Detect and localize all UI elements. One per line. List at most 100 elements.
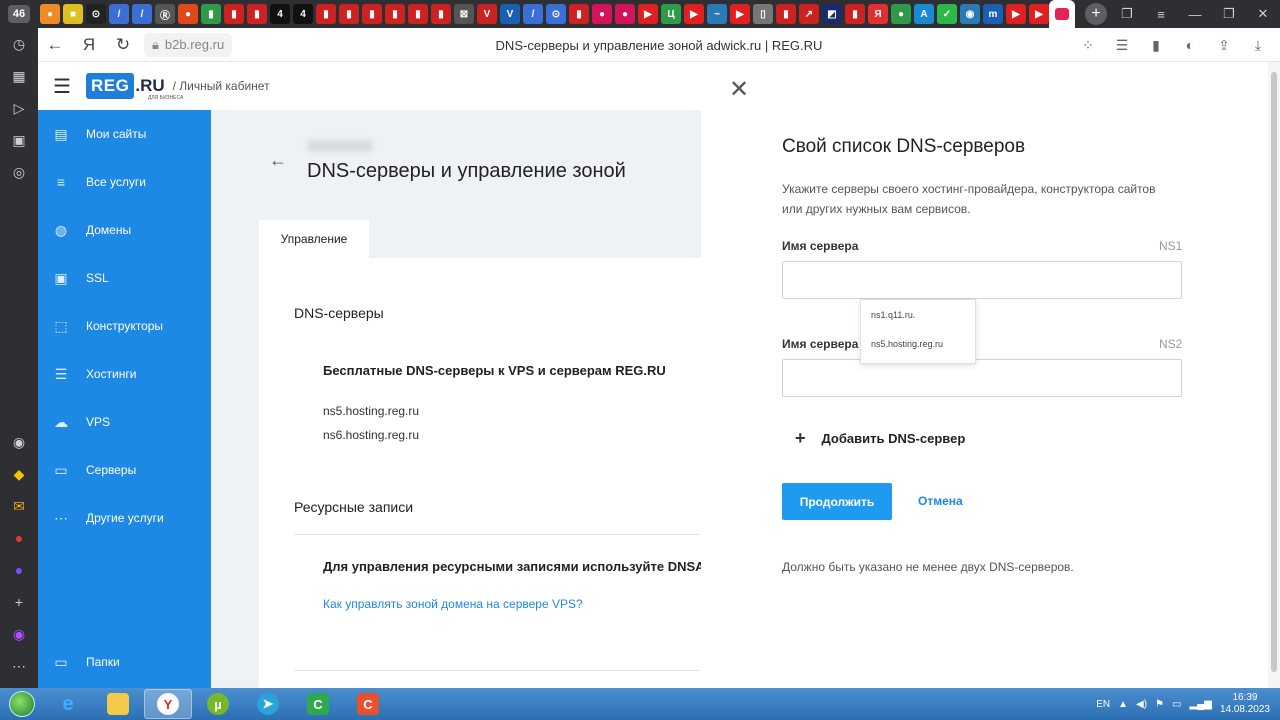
screenshot-icon[interactable]: ◎ bbox=[0, 156, 38, 188]
tab-favicon[interactable]: ▮ bbox=[776, 4, 796, 24]
add-panel-icon[interactable]: + bbox=[0, 586, 38, 618]
tab-favicon[interactable]: ⊙ bbox=[546, 4, 566, 24]
alice-icon[interactable]: ◉ bbox=[0, 618, 38, 650]
tab-favicon[interactable]: Ц bbox=[661, 4, 681, 24]
add-dns-server-button[interactable]: + Добавить DNS-сервер bbox=[795, 428, 965, 449]
tab-favicon[interactable]: ✓ bbox=[937, 4, 957, 24]
tab-favicon[interactable]: / bbox=[523, 4, 543, 24]
taskbar-ie[interactable]: e bbox=[44, 689, 92, 719]
tab-favicon[interactable]: ▶ bbox=[1006, 4, 1026, 24]
cancel-button[interactable]: Отмена bbox=[918, 494, 963, 508]
maximize-button[interactable]: ❐ bbox=[1212, 0, 1246, 28]
download-icon[interactable]: ⤓ bbox=[1242, 28, 1274, 62]
sidebar-item[interactable]: ▣ SSL bbox=[38, 254, 211, 302]
tab-favicon[interactable]: ▮ bbox=[339, 4, 359, 24]
tab-favicon[interactable]: 4 bbox=[270, 4, 290, 24]
bookmark-icon[interactable]: ▮ bbox=[1140, 28, 1172, 62]
collections-icon[interactable]: ▦ bbox=[0, 60, 38, 92]
sidebar-item[interactable]: ☁ VPS bbox=[38, 398, 211, 446]
tab-favicon[interactable]: ● bbox=[178, 4, 198, 24]
more-icon[interactable]: ⋯ bbox=[0, 650, 38, 682]
tab-favicon[interactable]: ▮ bbox=[431, 4, 451, 24]
tab-favicon[interactable]: ▮ bbox=[408, 4, 428, 24]
tab-favicon[interactable]: ▮ bbox=[362, 4, 382, 24]
minimize-button[interactable]: — bbox=[1178, 0, 1212, 28]
tab-favicon[interactable]: V bbox=[477, 4, 497, 24]
extensions-icon[interactable]: ⁘ bbox=[1072, 28, 1104, 62]
tab-favicon[interactable]: ▮ bbox=[247, 4, 267, 24]
start-button[interactable] bbox=[0, 688, 44, 720]
tab-favicon[interactable]: Ⓡ bbox=[155, 4, 175, 24]
back-icon[interactable]: ← bbox=[38, 28, 72, 62]
play-icon[interactable]: ▷ bbox=[0, 92, 38, 124]
tab-favicon[interactable]: ▮ bbox=[385, 4, 405, 24]
close-window-button[interactable]: ✕ bbox=[1246, 0, 1280, 28]
sidebar-item[interactable]: ≡ Все услуги bbox=[38, 158, 211, 206]
tab-favicon[interactable]: ● bbox=[40, 4, 60, 24]
tab-favicon[interactable]: / bbox=[132, 4, 152, 24]
protect-icon[interactable]: ◐ bbox=[1174, 28, 1206, 62]
share-icon[interactable]: ⇪ bbox=[1208, 28, 1240, 62]
tab-favicon[interactable]: ▶ bbox=[638, 4, 658, 24]
taskbar-camtasia-red[interactable]: C bbox=[344, 689, 392, 719]
breadcrumb[interactable]: / Личный кабинет bbox=[173, 79, 270, 93]
close-icon[interactable]: ✕ bbox=[729, 78, 749, 102]
volume-icon[interactable]: ◀) bbox=[1136, 699, 1147, 710]
clock[interactable]: 16:39 14.08.2023 bbox=[1220, 692, 1270, 716]
tray-arrow-icon[interactable]: ▲ bbox=[1118, 699, 1128, 710]
sidebar-item[interactable]: ▭ Серверы bbox=[38, 446, 211, 494]
tab-favicon[interactable]: ▯ bbox=[753, 4, 773, 24]
tab-favicon[interactable]: ↗ bbox=[799, 4, 819, 24]
records-help-link[interactable]: Как управлять зоной домена на сервере VP… bbox=[323, 597, 583, 611]
tab-favicon[interactable]: ● bbox=[592, 4, 612, 24]
tab-favicon[interactable]: ▶ bbox=[684, 4, 704, 24]
taskbar-telegram[interactable]: ➤ bbox=[244, 689, 292, 719]
taskbar-camtasia-green[interactable]: C bbox=[294, 689, 342, 719]
sidebar-item[interactable]: ☰ Хостинги bbox=[38, 350, 211, 398]
history-icon[interactable]: ◷ bbox=[0, 28, 38, 60]
sidebar-folders-row[interactable]: ▭ Папки bbox=[38, 638, 211, 686]
tab-favicon[interactable]: A bbox=[914, 4, 934, 24]
tab-favicon[interactable]: ▮ bbox=[316, 4, 336, 24]
tab-favicon[interactable]: V bbox=[500, 4, 520, 24]
tab-favicon[interactable]: / bbox=[109, 4, 129, 24]
tab-favicon[interactable]: ▮ bbox=[569, 4, 589, 24]
mail-icon[interactable]: ✉ bbox=[0, 490, 38, 522]
sidebar-item[interactable]: ⋯ Другие услуги bbox=[38, 494, 211, 542]
page-scrollbar[interactable] bbox=[1268, 62, 1280, 688]
sidebar-item[interactable]: ⬚ Конструкторы bbox=[38, 302, 211, 350]
yandex-icon[interactable]: Я bbox=[72, 28, 106, 62]
tab-favicon[interactable]: m bbox=[983, 4, 1003, 24]
tab-favicon[interactable]: ▮ bbox=[201, 4, 221, 24]
taskbar-explorer[interactable] bbox=[94, 689, 142, 719]
reload-icon[interactable]: ↻ bbox=[106, 28, 140, 62]
counter-icon[interactable]: ▣ bbox=[0, 124, 38, 156]
tab-favicon[interactable]: ● bbox=[891, 4, 911, 24]
suggestion-item[interactable]: ns1.q11.ru. bbox=[861, 300, 975, 329]
sidebar-item[interactable]: ◍ Домены bbox=[38, 206, 211, 254]
tab-favicon[interactable]: ● bbox=[615, 4, 635, 24]
tab-favicon[interactable]: ■ bbox=[63, 4, 83, 24]
sidebar-item[interactable]: ▤ Мои сайты bbox=[38, 110, 211, 158]
flag-icon[interactable]: ⚑ bbox=[1155, 699, 1164, 710]
tab-favicon[interactable]: ⊠ bbox=[454, 4, 474, 24]
tab-favicon[interactable]: ▮ bbox=[224, 4, 244, 24]
server-name-input-1[interactable] bbox=[782, 261, 1182, 299]
menu-icon[interactable]: ≡ bbox=[1144, 0, 1178, 28]
tab-favicon[interactable]: ▮ bbox=[845, 4, 865, 24]
messenger-icon[interactable]: ● bbox=[0, 554, 38, 586]
tab-favicon[interactable]: ⊙ bbox=[86, 4, 106, 24]
continue-button[interactable]: Продолжить bbox=[782, 483, 892, 520]
market-icon[interactable]: ◆ bbox=[0, 458, 38, 490]
language-indicator[interactable]: EN bbox=[1096, 699, 1110, 710]
taskbar-yandex-browser[interactable]: Y bbox=[144, 689, 192, 719]
tabs-overview-icon[interactable]: ❐ bbox=[1110, 0, 1144, 28]
server-name-input-2[interactable] bbox=[782, 359, 1182, 397]
reader-icon[interactable]: ☰ bbox=[1106, 28, 1138, 62]
sidebar-item-folders[interactable]: ▭ Папки bbox=[38, 638, 211, 686]
tab-counter-button[interactable]: 46 bbox=[0, 0, 38, 28]
network-icon[interactable]: ▂▄▆ bbox=[1189, 699, 1211, 710]
tab-favicon[interactable]: ▶ bbox=[1029, 4, 1049, 24]
active-tab[interactable] bbox=[1049, 0, 1075, 28]
tab-favicon[interactable]: ◉ bbox=[960, 4, 980, 24]
